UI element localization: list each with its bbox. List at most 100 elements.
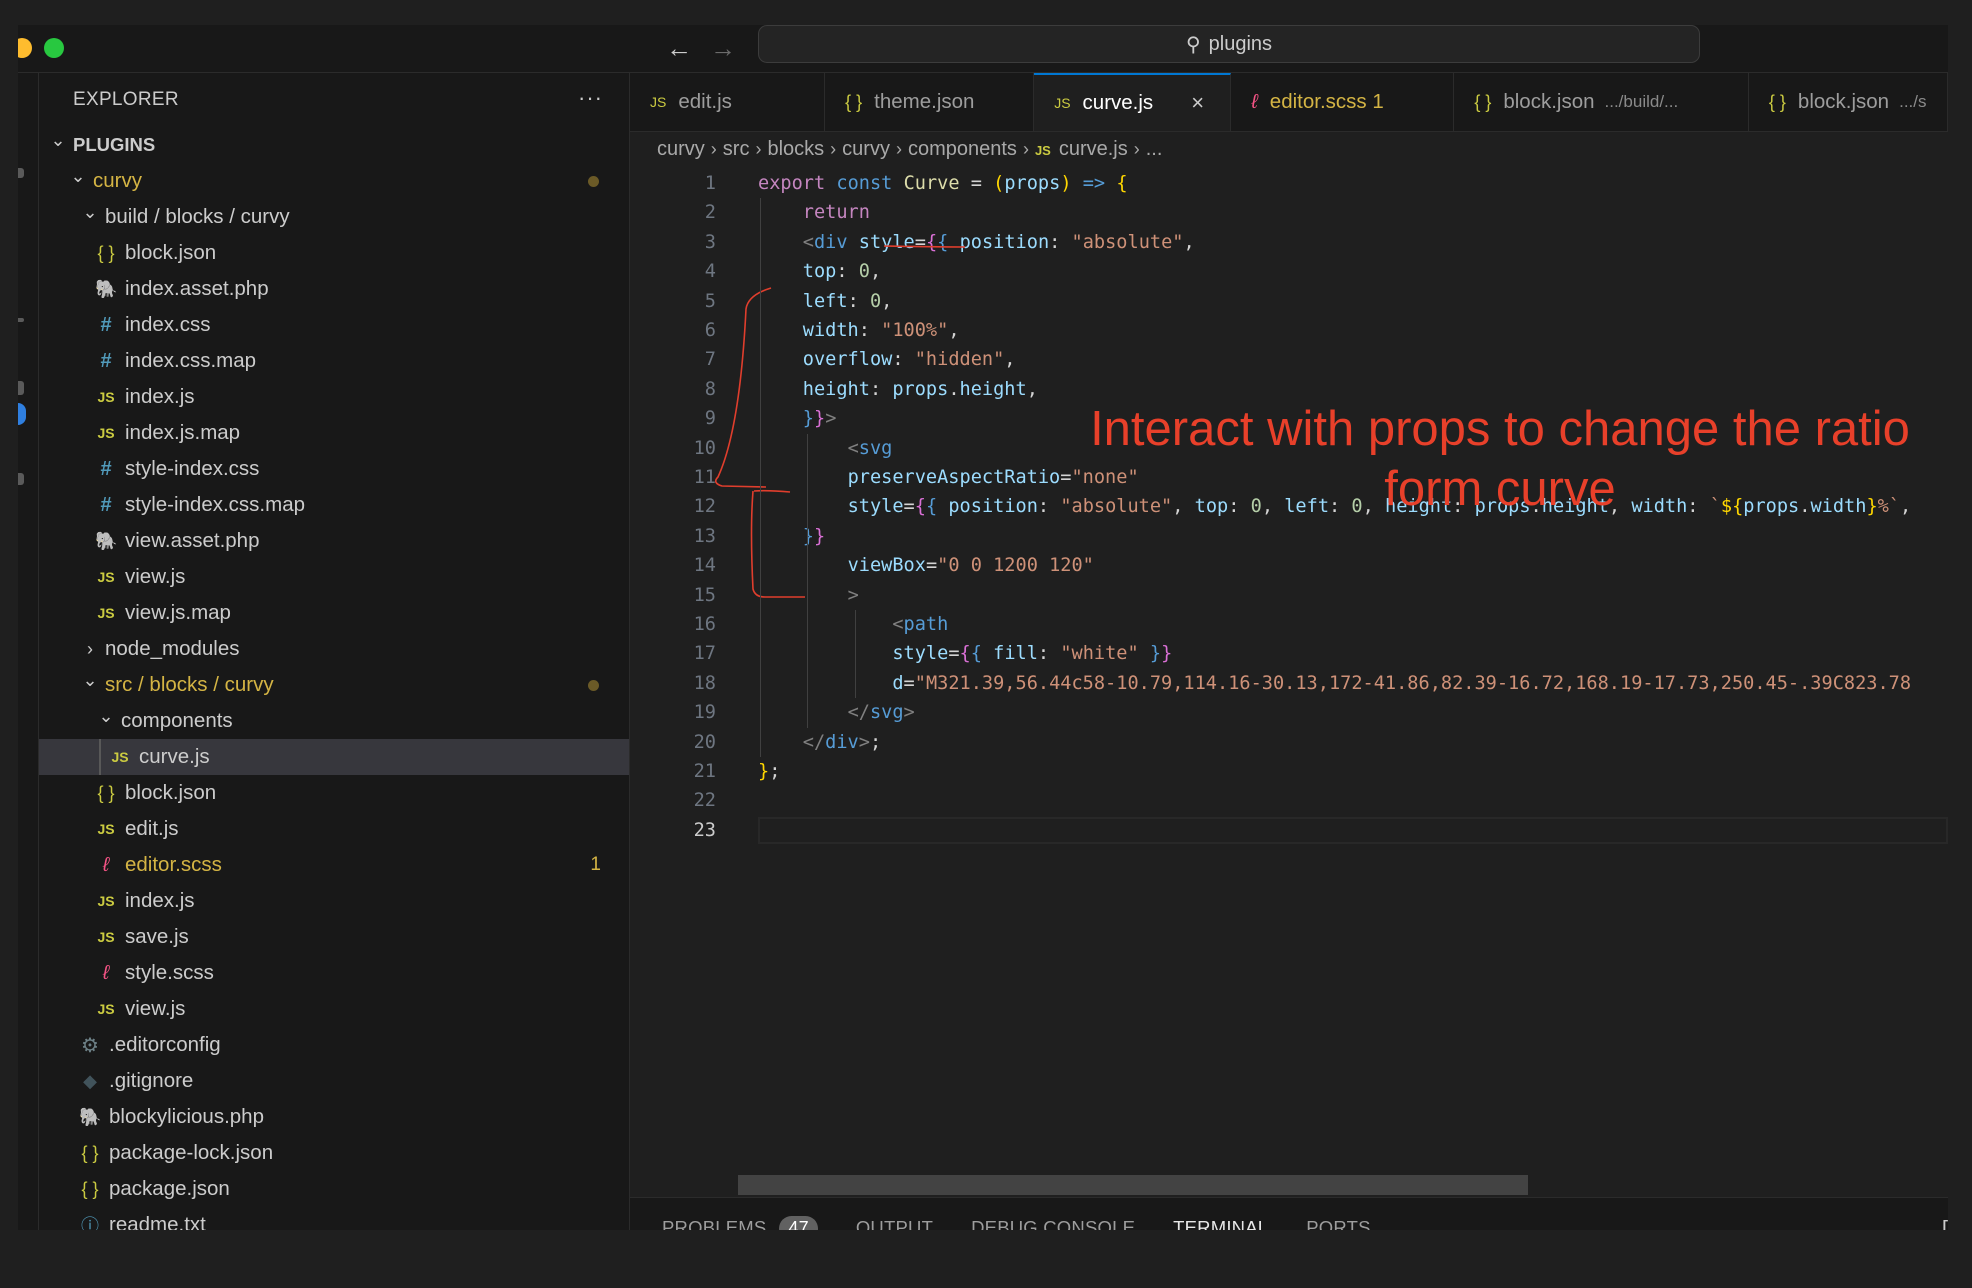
breadcrumb-item[interactable]: curvy xyxy=(842,138,890,161)
code-line[interactable]: 4 top: 0, xyxy=(630,257,1948,286)
code-line[interactable]: 19 </svg> xyxy=(630,698,1948,727)
more-actions-icon[interactable]: ··· xyxy=(578,85,603,111)
code-line[interactable]: 22 xyxy=(630,786,1948,815)
tree-file[interactable]: # index.css xyxy=(39,307,629,343)
tree-file[interactable]: JS view.js xyxy=(39,991,629,1027)
tree-file[interactable]: JS index.js.map xyxy=(39,415,629,451)
horizontal-scrollbar[interactable] xyxy=(738,1175,1528,1195)
breadcrumb-item[interactable]: src xyxy=(723,138,750,161)
chevron-down-icon[interactable]: ⌄ xyxy=(95,706,117,727)
tree-file[interactable]: 🐘 view.asset.php xyxy=(39,523,629,559)
code-line[interactable]: 23 xyxy=(630,816,1948,845)
tree-folder[interactable]: › node_modules xyxy=(39,631,629,667)
breadcrumb-item[interactable]: JS curve.js xyxy=(1035,138,1128,161)
breadcrumb-label: src xyxy=(722,137,750,160)
tree-file[interactable]: JS curve.js xyxy=(39,739,629,775)
tree-file[interactable]: JS edit.js xyxy=(39,811,629,847)
activity-icon[interactable] xyxy=(18,168,24,178)
code-line[interactable]: 2 return xyxy=(630,198,1948,227)
tree-file[interactable]: ℓ style.scss xyxy=(39,955,629,991)
breadcrumb-item[interactable]: blocks xyxy=(767,138,824,161)
tree-file[interactable]: # style-index.css xyxy=(39,451,629,487)
tree-file[interactable]: { } package.json xyxy=(39,1171,629,1207)
tree-file[interactable]: { } block.json xyxy=(39,235,629,271)
code-line[interactable]: 16 <path xyxy=(630,610,1948,639)
code-token: { xyxy=(959,643,971,665)
code-line[interactable]: 3 <div style={{ position: "absolute", xyxy=(630,228,1948,257)
code-line[interactable]: 7 overflow: "hidden", xyxy=(630,345,1948,374)
code-token: , xyxy=(1004,349,1016,371)
code-line[interactable]: 14 viewBox="0 0 1200 120" xyxy=(630,551,1948,580)
breadcrumb-item[interactable]: curvy xyxy=(657,138,705,161)
code-line[interactable]: 13 }} xyxy=(630,522,1948,551)
tree-file[interactable]: JS save.js xyxy=(39,919,629,955)
minimize-button[interactable] xyxy=(18,38,32,58)
tree-folder[interactable]: ⌄ PLUGINS xyxy=(39,127,629,163)
tree-file[interactable]: 🐘 index.asset.php xyxy=(39,271,629,307)
code-token: props xyxy=(1004,173,1061,194)
tab-editor-scss-1[interactable]: ℓ editor.scss 1 xyxy=(1231,73,1455,131)
tree-folder[interactable]: ⌄ src / blocks / curvy xyxy=(39,667,629,703)
code-token: position xyxy=(948,496,1038,518)
code-line[interactable]: 21}; xyxy=(630,757,1948,786)
tab-block-json[interactable]: { } block.json .../build/... xyxy=(1454,73,1749,131)
tree-file[interactable]: ◆ .gitignore xyxy=(39,1063,629,1099)
chevron-down-icon[interactable]: ⌄ xyxy=(79,670,101,691)
tree-file[interactable]: JS index.js xyxy=(39,379,629,415)
code-line[interactable]: 6 width: "100%", xyxy=(630,316,1948,345)
breadcrumb-item[interactable]: components xyxy=(908,138,1017,161)
panel-tab-terminal[interactable]: TERMINAL xyxy=(1173,1198,1268,1230)
code-line[interactable]: 1 export const Curve = (props) => { xyxy=(630,169,1948,198)
tree-file[interactable]: JS view.js xyxy=(39,559,629,595)
chevron-right-icon: › xyxy=(830,138,837,159)
chevron-down-icon[interactable]: ⌄ xyxy=(47,130,69,151)
tree-file[interactable]: ℓ editor.scss 1 xyxy=(39,847,629,883)
panel-tab-ports[interactable]: PORTS xyxy=(1306,1198,1370,1230)
tree-folder[interactable]: ⌄ build / blocks / curvy xyxy=(39,199,629,235)
command-center-search[interactable]: ⚲ plugins xyxy=(758,25,1700,63)
code-line[interactable]: 17 style={{ fill: "white" }} xyxy=(630,639,1948,668)
tab-block-json[interactable]: { } block.json .../s xyxy=(1749,73,1948,131)
close-icon[interactable]: × xyxy=(1191,90,1204,116)
code-line[interactable]: 20 </div>; xyxy=(630,728,1948,757)
panel-tab-problems[interactable]: PROBLEMS 47 xyxy=(662,1198,818,1230)
code-editor[interactable]: 1 export const Curve = (props) => {2 retu… xyxy=(630,169,1948,1129)
code-line[interactable]: 5 left: 0, xyxy=(630,287,1948,316)
tree-file[interactable]: # index.css.map xyxy=(39,343,629,379)
tree-file[interactable]: ⓘ readme.txt xyxy=(39,1207,629,1230)
javascript-file-icon: JS xyxy=(1034,142,1051,158)
panel-tab-output[interactable]: OUTPUT xyxy=(856,1198,933,1230)
maximize-panel-icon[interactable]: [ xyxy=(1942,1216,1948,1230)
json-file-icon: { } xyxy=(81,1142,99,1163)
activity-icon[interactable] xyxy=(18,473,24,485)
tree-folder[interactable]: ⌄ curvy xyxy=(39,163,629,199)
tree-file[interactable]: JS view.js.map xyxy=(39,595,629,631)
tree-file[interactable]: # style-index.css.map xyxy=(39,487,629,523)
breadcrumb-item[interactable]: ... xyxy=(1146,138,1163,161)
tab-theme-json[interactable]: { } theme.json xyxy=(825,73,1035,131)
tree-file[interactable]: 🐘 blockylicious.php xyxy=(39,1099,629,1135)
maximize-button[interactable] xyxy=(44,38,64,58)
code-line[interactable]: 15 > xyxy=(630,581,1948,610)
chevron-down-icon[interactable]: ⌄ xyxy=(79,202,101,223)
tree-file[interactable]: ⚙ .editorconfig xyxy=(39,1027,629,1063)
code-token: { xyxy=(937,231,949,253)
activity-icon[interactable] xyxy=(18,381,24,395)
tab-curve-js[interactable]: JS curve.js × xyxy=(1034,73,1232,131)
chevron-down-icon[interactable]: ⌄ xyxy=(67,166,89,187)
panel-tab-debug-console[interactable]: DEBUG CONSOLE xyxy=(971,1198,1135,1230)
tab-edit-js[interactable]: JS edit.js xyxy=(630,73,826,131)
code-token: < xyxy=(847,437,859,459)
tree-folder[interactable]: ⌄ components xyxy=(39,703,629,739)
tree-file[interactable]: { } package-lock.json xyxy=(39,1135,629,1171)
chevron-right-icon[interactable]: › xyxy=(79,639,101,660)
tree-file[interactable]: { } block.json xyxy=(39,775,629,811)
code-token: "0 0 1200 120" xyxy=(937,555,1094,577)
activity-icon[interactable] xyxy=(18,318,24,322)
arrow-right-icon[interactable]: → xyxy=(710,33,736,63)
tree-file[interactable]: JS index.js xyxy=(39,883,629,919)
arrow-left-icon[interactable]: ← xyxy=(666,33,692,63)
code-line[interactable]: 18 d="M321.39,56.44c58-10.79,114.16-30.1… xyxy=(630,669,1948,698)
accounts-badge-icon[interactable] xyxy=(18,403,26,425)
